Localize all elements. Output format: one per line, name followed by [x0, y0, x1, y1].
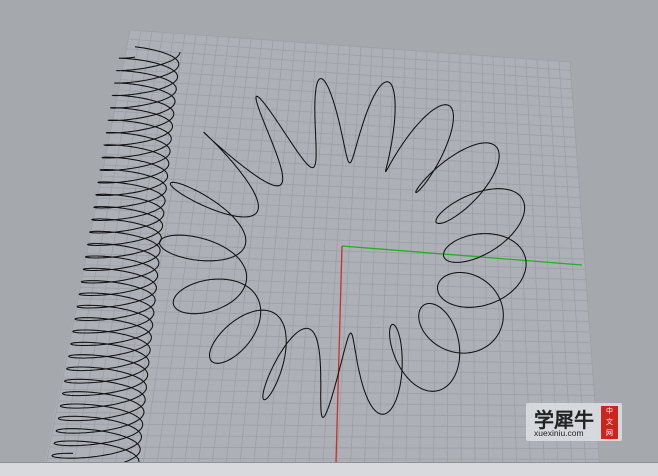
status-bar	[0, 462, 658, 476]
watermark-badge-char: 文	[606, 418, 613, 426]
watermark-logo: 学犀牛 xuexiniu.com 中 文 网	[526, 403, 622, 441]
watermark-badge-char: 网	[606, 429, 613, 437]
perspective-viewport[interactable]	[0, 0, 658, 462]
viewport-scene[interactable]	[0, 0, 658, 462]
watermark-badge-char: 中	[606, 407, 613, 415]
watermark-url: xuexiniu.com	[534, 428, 584, 438]
watermark-badge: 中 文 网	[601, 406, 618, 439]
